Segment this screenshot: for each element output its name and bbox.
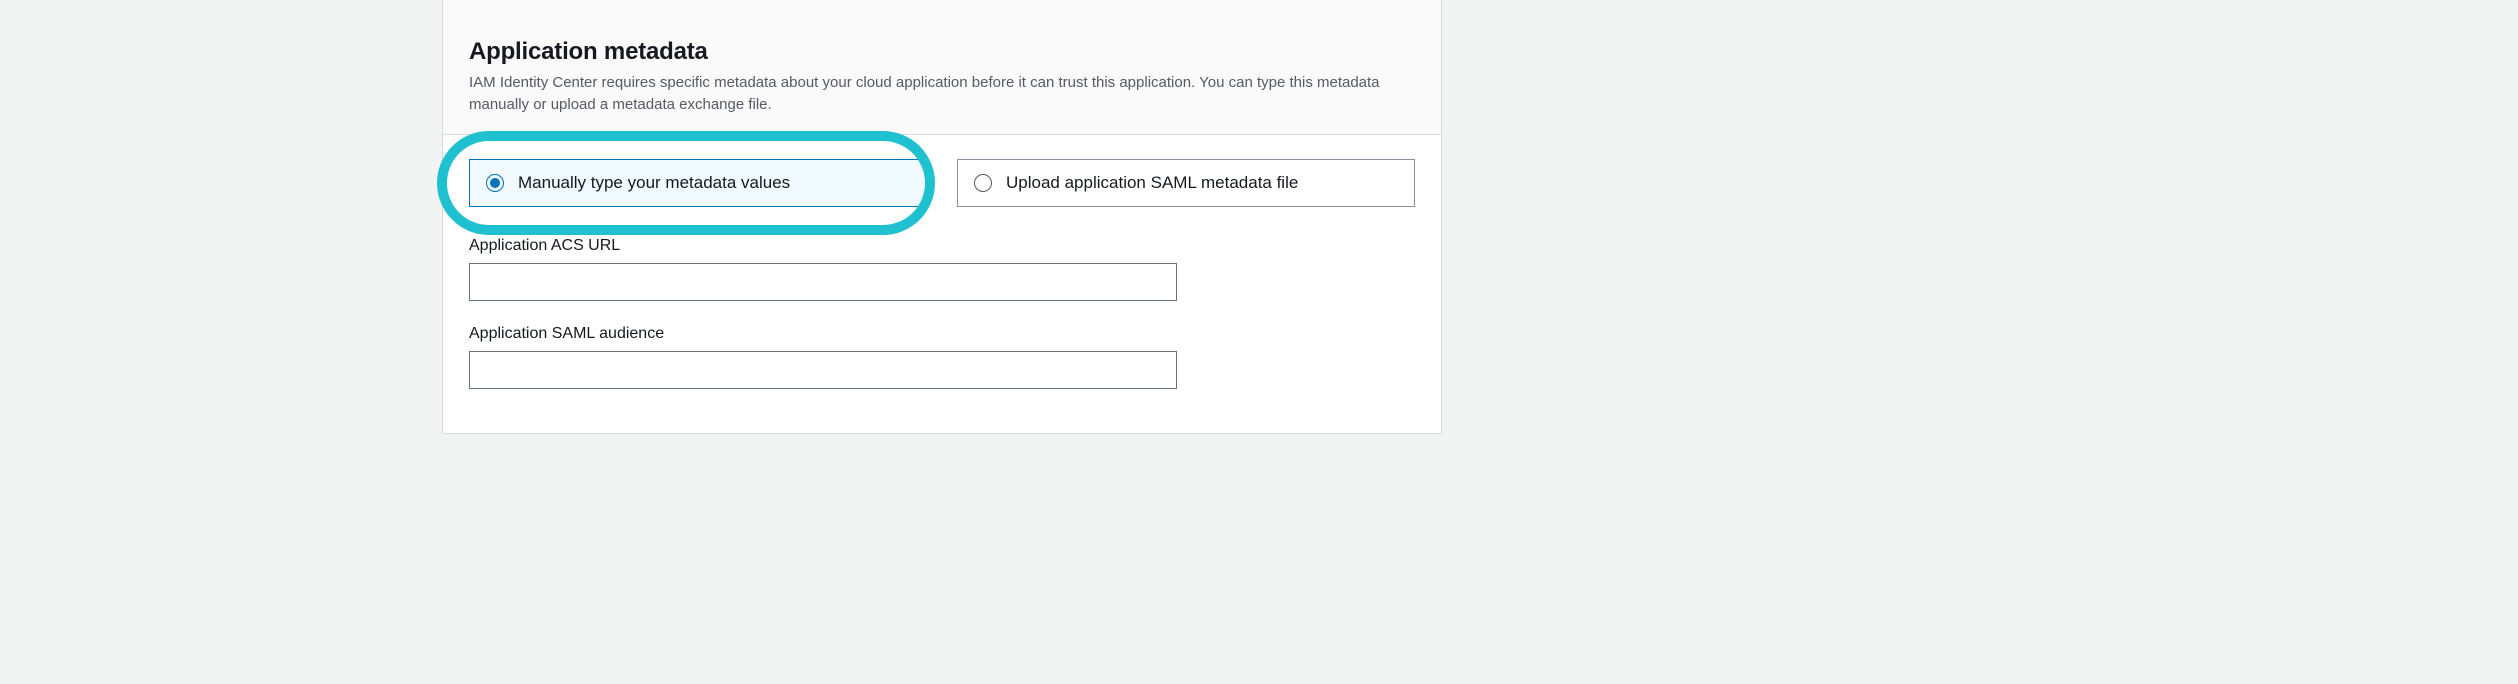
panel-body: Manually type your metadata values Uploa… [443, 135, 1441, 433]
option-upload-label: Upload application SAML metadata file [1006, 173, 1298, 193]
panel-title: Application metadata [469, 38, 1415, 66]
metadata-option-row: Manually type your metadata values Uploa… [469, 159, 1415, 207]
acs-url-group: Application ACS URL [469, 237, 1415, 301]
radio-icon [974, 174, 992, 192]
option-manual-metadata[interactable]: Manually type your metadata values [469, 159, 927, 207]
radio-icon [486, 174, 504, 192]
acs-url-label: Application ACS URL [469, 237, 1415, 255]
option-upload-metadata[interactable]: Upload application SAML metadata file [957, 159, 1415, 207]
saml-audience-label: Application SAML audience [469, 325, 1415, 343]
acs-url-input[interactable] [469, 263, 1177, 301]
panel-description: IAM Identity Center requires specific me… [469, 72, 1415, 116]
application-metadata-panel: Application metadata IAM Identity Center… [442, 0, 1442, 434]
saml-audience-group: Application SAML audience [469, 325, 1415, 389]
radio-inner-icon [490, 178, 500, 188]
saml-audience-input[interactable] [469, 351, 1177, 389]
option-manual-label: Manually type your metadata values [518, 173, 790, 193]
panel-header: Application metadata IAM Identity Center… [443, 0, 1441, 135]
